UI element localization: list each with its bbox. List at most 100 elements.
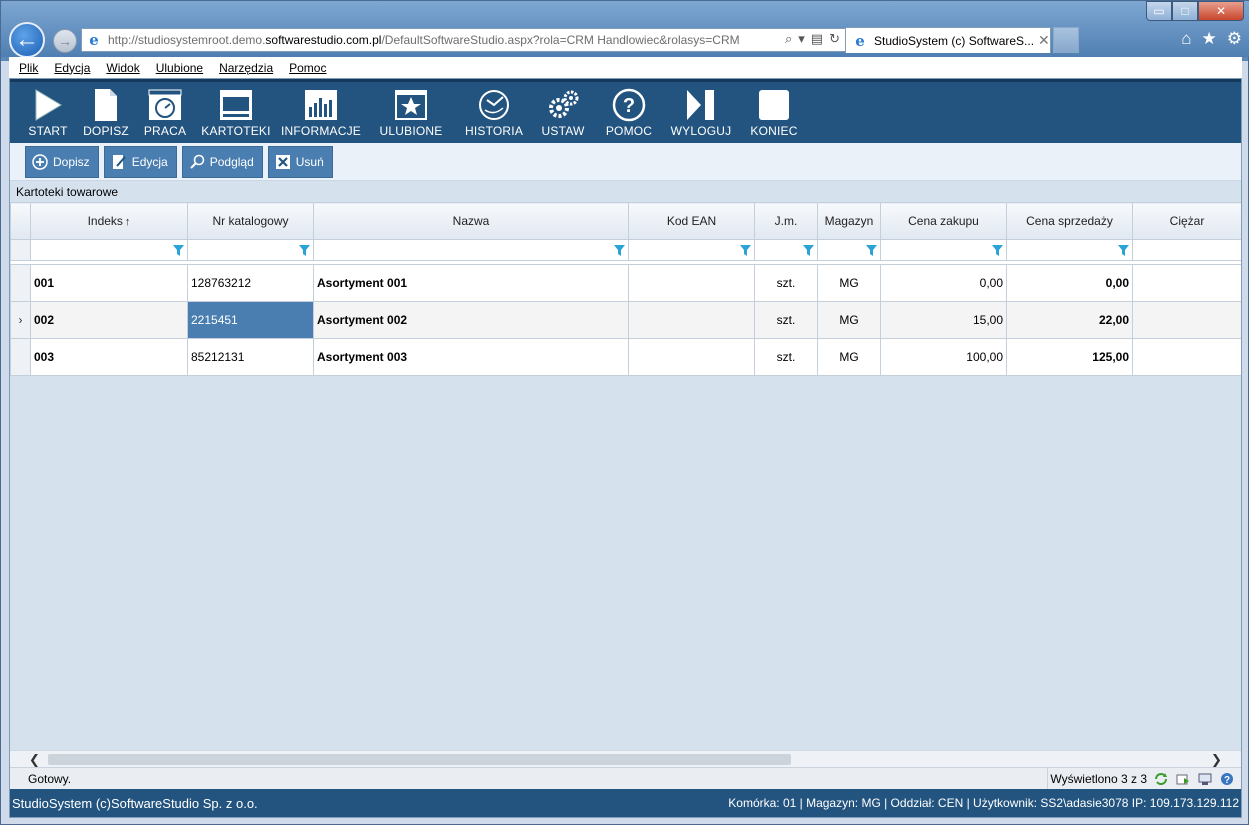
- cell-cena-sprzedazy[interactable]: 125,00: [1006, 338, 1133, 376]
- cell-nr-katalogowy[interactable]: 85212131: [187, 338, 314, 376]
- toolbar-ulubione-button[interactable]: ULUBIONE: [364, 82, 458, 140]
- filter-cell-indeks[interactable]: [30, 239, 188, 261]
- table-row[interactable]: 003 85212131 Asortyment 003 szt. MG 100,…: [10, 338, 1241, 376]
- filter-cell-jm[interactable]: [754, 239, 818, 261]
- horizontal-scrollbar[interactable]: ❮ ❯: [10, 750, 1241, 767]
- column-header-jm[interactable]: J.m.: [754, 202, 818, 240]
- toolbar-praca-button[interactable]: PRACA: [136, 82, 194, 140]
- cell-indeks[interactable]: 001: [30, 264, 188, 302]
- cell-ciezar[interactable]: [1132, 264, 1241, 302]
- toolbar-dopisz-button[interactable]: DOPISZ: [76, 82, 136, 140]
- cell-kod-ean[interactable]: [628, 264, 755, 302]
- cell-kod-ean[interactable]: [628, 301, 755, 339]
- address-bar[interactable]: e http://studiosystemroot.demo.softwares…: [81, 28, 847, 52]
- cell-jm[interactable]: szt.: [754, 338, 818, 376]
- back-button[interactable]: ←: [9, 22, 45, 58]
- dopisz-button[interactable]: Dopisz: [25, 145, 99, 178]
- filter-funnel-icon[interactable]: [614, 245, 625, 257]
- column-header-magazyn[interactable]: Magazyn: [817, 202, 881, 240]
- cell-nazwa[interactable]: Asortyment 002: [313, 301, 629, 339]
- filter-cell-cena-sprzedazy[interactable]: [1006, 239, 1133, 261]
- cell-nr-katalogowy[interactable]: 128763212: [187, 264, 314, 302]
- tools-gear-icon[interactable]: ⚙: [1227, 29, 1242, 49]
- menu-ulubione[interactable]: Ulubione: [156, 61, 203, 75]
- toolbar-koniec-button[interactable]: KONIEC: [740, 82, 808, 140]
- filter-cell-ciezar[interactable]: [1132, 239, 1241, 261]
- close-window-button[interactable]: ✕: [1198, 1, 1244, 21]
- help-small-icon[interactable]: ?: [1219, 771, 1235, 787]
- maximize-button[interactable]: □: [1172, 1, 1198, 21]
- cell-magazyn[interactable]: MG: [817, 264, 881, 302]
- menu-plik[interactable]: Plik: [19, 61, 38, 75]
- cell-indeks[interactable]: 003: [30, 338, 188, 376]
- cell-indeks[interactable]: 002: [30, 301, 188, 339]
- row-header[interactable]: [10, 264, 31, 302]
- scroll-left-icon[interactable]: ❮: [26, 751, 43, 768]
- cell-cena-zakupu[interactable]: 0,00: [880, 264, 1007, 302]
- filter-cell-kod-ean[interactable]: [628, 239, 755, 261]
- toolbar-start-button[interactable]: START: [20, 82, 76, 140]
- cell-nazwa[interactable]: Asortyment 003: [313, 338, 629, 376]
- favorites-star-icon[interactable]: ★: [1202, 29, 1217, 49]
- filter-funnel-icon[interactable]: [173, 245, 184, 257]
- cell-nazwa[interactable]: Asortyment 001: [313, 264, 629, 302]
- toolbar-historia-button[interactable]: HISTORIA: [458, 82, 530, 140]
- filter-cell-nazwa[interactable]: [313, 239, 629, 261]
- toolbar-wyloguj-button[interactable]: WYLOGUJ: [662, 82, 740, 140]
- cell-cena-zakupu[interactable]: 100,00: [880, 338, 1007, 376]
- cell-magazyn[interactable]: MG: [817, 301, 881, 339]
- print-preview-icon[interactable]: [1197, 771, 1213, 787]
- table-row[interactable]: 001 128763212 Asortyment 001 szt. MG 0,0…: [10, 264, 1241, 302]
- refresh-green-icon[interactable]: [1153, 771, 1169, 787]
- new-tab-button[interactable]: [1053, 27, 1079, 53]
- filter-cell-magazyn[interactable]: [817, 239, 881, 261]
- cell-nr-katalogowy-selected[interactable]: 2215451: [187, 301, 314, 339]
- filter-funnel-icon[interactable]: [866, 245, 877, 257]
- export-icon[interactable]: [1175, 771, 1191, 787]
- cell-cena-sprzedazy[interactable]: 22,00: [1006, 301, 1133, 339]
- search-icon[interactable]: ⌕: [785, 31, 792, 47]
- cell-cena-sprzedazy[interactable]: 0,00: [1006, 264, 1133, 302]
- menu-pomoc[interactable]: Pomoc: [289, 61, 326, 75]
- tab-close-icon[interactable]: ✕: [1038, 32, 1050, 49]
- cell-jm[interactable]: szt.: [754, 301, 818, 339]
- filter-funnel-icon[interactable]: [740, 245, 751, 257]
- home-icon[interactable]: ⌂: [1181, 29, 1191, 49]
- column-header-cena-zakupu[interactable]: Cena zakupu: [880, 202, 1007, 240]
- podglad-button[interactable]: Podgląd: [181, 145, 263, 178]
- menu-edycja[interactable]: Edycja: [54, 61, 90, 75]
- column-header-indeks[interactable]: Indeks ↑: [30, 202, 188, 240]
- filter-funnel-icon[interactable]: [992, 245, 1003, 257]
- menu-narzedzia[interactable]: Narzędzia: [219, 61, 273, 75]
- scroll-right-icon[interactable]: ❯: [1208, 751, 1225, 768]
- cell-magazyn[interactable]: MG: [817, 338, 881, 376]
- toolbar-informacje-button[interactable]: INFORMACJE: [278, 82, 364, 140]
- column-header-ciezar[interactable]: Ciężar: [1132, 202, 1241, 240]
- cell-jm[interactable]: szt.: [754, 264, 818, 302]
- column-header-cena-sprzedazy[interactable]: Cena sprzedaży: [1006, 202, 1133, 240]
- filter-funnel-icon[interactable]: [299, 245, 310, 257]
- address-text[interactable]: http://studiosystemroot.demo.softwarestu…: [108, 33, 768, 47]
- column-header-nr-katalogowy[interactable]: Nr katalogowy: [187, 202, 314, 240]
- refresh-icon[interactable]: ↻: [829, 31, 840, 47]
- cell-ciezar[interactable]: [1132, 338, 1241, 376]
- dropdown-icon[interactable]: ▾: [798, 31, 805, 47]
- menu-widok[interactable]: Widok: [106, 61, 139, 75]
- row-header[interactable]: [10, 338, 31, 376]
- cell-cena-zakupu[interactable]: 15,00: [880, 301, 1007, 339]
- toolbar-kartoteki-button[interactable]: KARTOTEKI: [194, 82, 278, 140]
- compatibility-icon[interactable]: ▤: [811, 31, 823, 47]
- filter-funnel-icon[interactable]: [803, 245, 814, 257]
- usun-button[interactable]: Usuń: [267, 145, 333, 178]
- minimize-button[interactable]: ▭: [1146, 1, 1172, 21]
- column-header-kod-ean[interactable]: Kod EAN: [628, 202, 755, 240]
- filter-cell-cena-zakupu[interactable]: [880, 239, 1007, 261]
- toolbar-ustaw-button[interactable]: USTAW: [530, 82, 596, 140]
- table-row[interactable]: › 002 2215451 Asortyment 002 szt. MG 15,…: [10, 301, 1241, 339]
- toolbar-pomoc-button[interactable]: ? POMOC: [596, 82, 662, 140]
- browser-tab[interactable]: e StudioSystem (c) SoftwareS... ✕: [845, 27, 1051, 53]
- column-header-nazwa[interactable]: Nazwa: [313, 202, 629, 240]
- edycja-button[interactable]: Edycja: [103, 145, 177, 178]
- cell-kod-ean[interactable]: [628, 338, 755, 376]
- cell-ciezar[interactable]: [1132, 301, 1241, 339]
